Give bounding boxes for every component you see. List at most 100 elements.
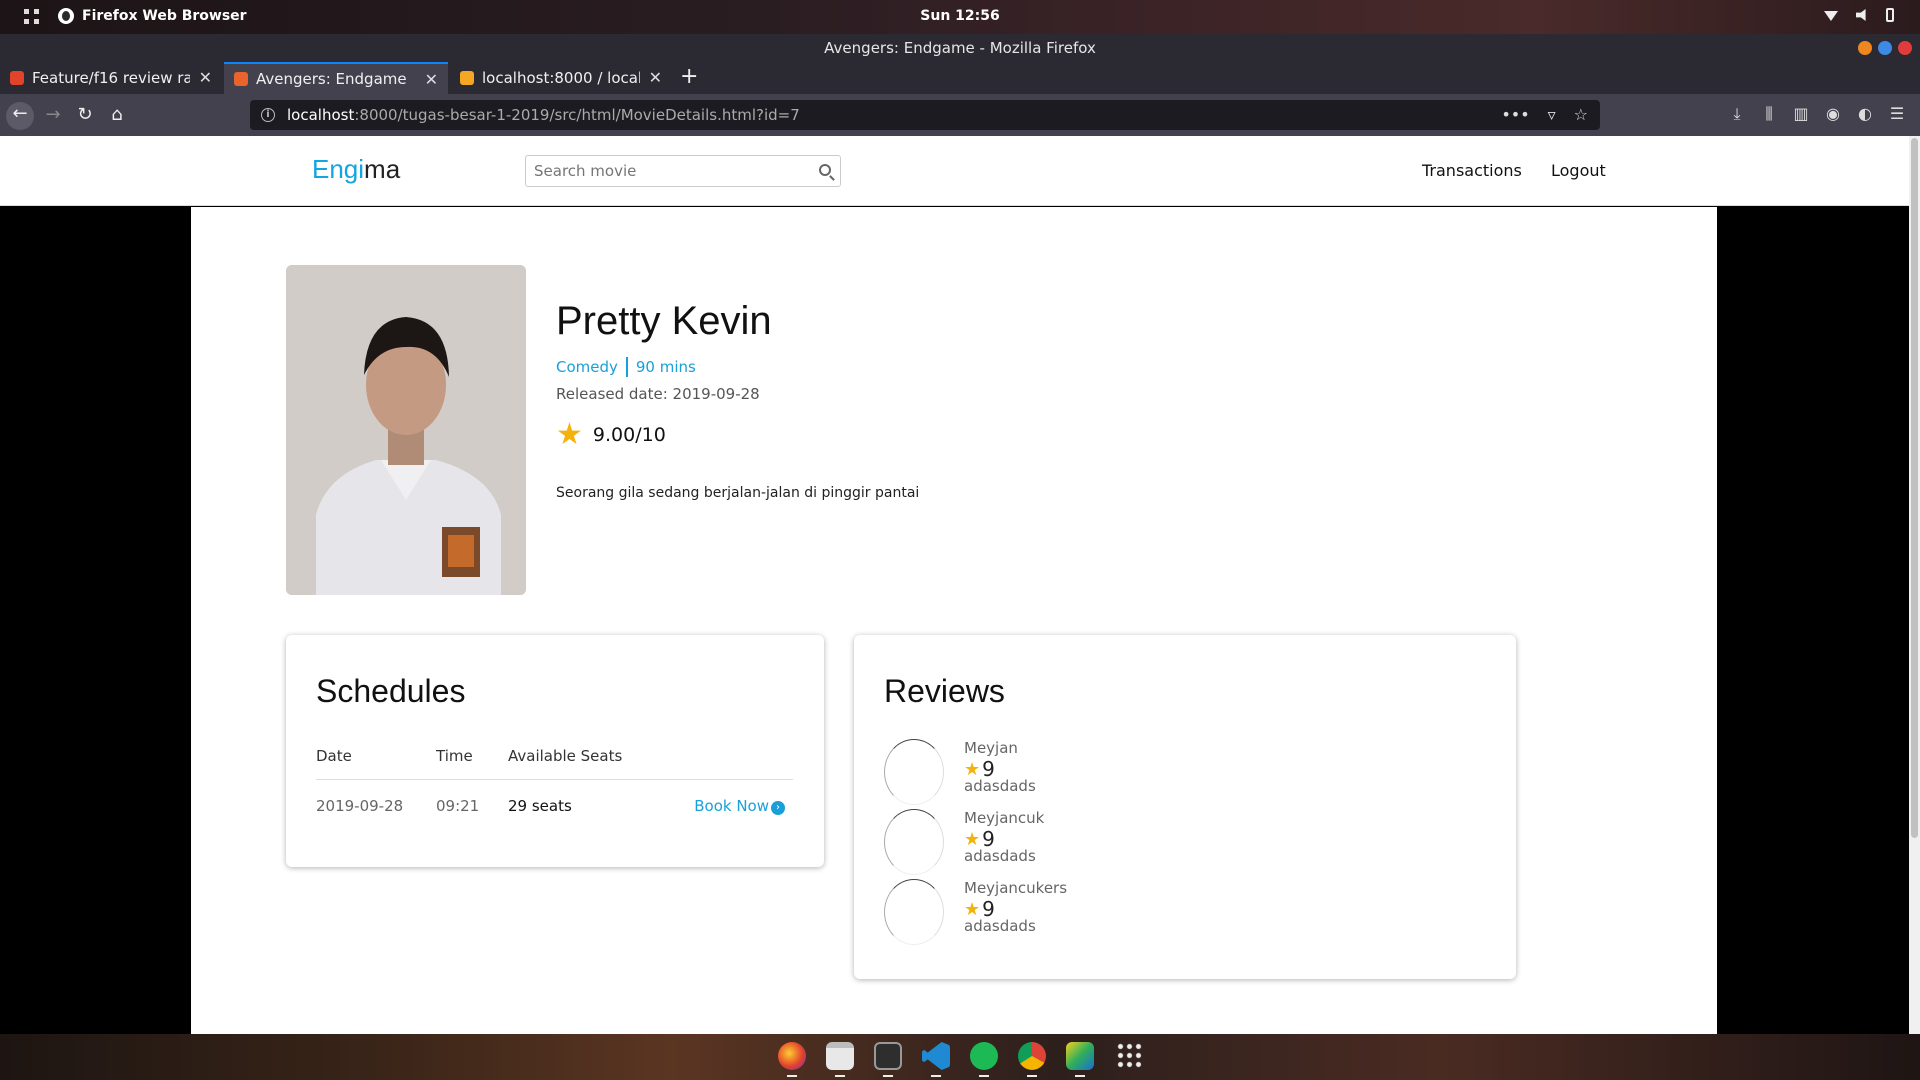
- back-button[interactable]: ←: [6, 102, 34, 130]
- reviewer-name: Meyjan: [964, 739, 1018, 757]
- files-icon[interactable]: [826, 1042, 854, 1070]
- movie-meta: Comedy 90 mins: [556, 357, 696, 377]
- review-text: adasdads: [964, 917, 1036, 935]
- book-now-label: Book Now: [694, 797, 769, 815]
- star-icon: ★: [556, 417, 583, 452]
- minimize-button[interactable]: [1858, 41, 1872, 55]
- firefox-icon[interactable]: [778, 1042, 806, 1070]
- reviews-heading: Reviews: [884, 673, 1005, 709]
- close-window-button[interactable]: [1898, 41, 1912, 55]
- running-indicator: [835, 1075, 845, 1077]
- navigation-toolbar: ← → ↻ ⌂ i localhost:8000/tugas-besar-1-2…: [0, 94, 1920, 136]
- transactions-link[interactable]: Transactions: [1422, 161, 1522, 180]
- gitlab-icon: [10, 71, 24, 85]
- logo-part-engi: Engi: [312, 154, 365, 184]
- vscode-icon[interactable]: [922, 1042, 950, 1070]
- reviewer-avatar: [884, 809, 944, 875]
- running-indicator: [979, 1075, 989, 1077]
- playonlinux-icon[interactable]: [1066, 1042, 1094, 1070]
- schedule-date: 2019-09-28: [316, 797, 404, 815]
- battery-icon: [1886, 8, 1894, 22]
- reviewer-avatar: [884, 739, 944, 805]
- url-host: localhost: [287, 106, 355, 124]
- schedule-seats: 29 seats: [508, 797, 572, 815]
- wifi-icon: [1824, 11, 1838, 21]
- search-input[interactable]: [534, 157, 804, 185]
- terminal-icon[interactable]: [874, 1042, 902, 1070]
- tab-label: Feature/f16 review rat: [32, 69, 190, 87]
- site-header: Engima Transactions Logout: [0, 136, 1909, 206]
- sidebar-icon[interactable]: ▥: [1792, 104, 1810, 124]
- site-info-icon[interactable]: i: [261, 108, 275, 122]
- review-item: Meyjancuk ★ 9 adasdads: [884, 809, 1184, 877]
- tab-phpmyadmin[interactable]: localhost:8000 / localh ✕: [450, 62, 672, 94]
- maximize-button[interactable]: [1878, 41, 1892, 55]
- tab-avengers[interactable]: Avengers: Endgame ✕: [224, 62, 448, 94]
- movie-duration: 90 mins: [635, 358, 696, 376]
- running-indicator: [1075, 1075, 1085, 1077]
- page-viewport: Engima Transactions Logout Pretty Kevin …: [0, 136, 1920, 1034]
- review-text: adasdads: [964, 777, 1036, 795]
- column-header-seats: Available Seats: [508, 747, 661, 780]
- dock: [0, 1034, 1920, 1080]
- reviews-card: Reviews Meyjan ★ 9 adasdads Meyjancuk ★ 9 …: [854, 635, 1516, 979]
- system-tray[interactable]: [1824, 8, 1894, 22]
- running-indicator: [787, 1075, 797, 1077]
- downloads-icon[interactable]: ⤓: [1728, 104, 1746, 124]
- column-header-date: Date: [316, 747, 436, 780]
- site-logo[interactable]: Engima: [312, 154, 400, 185]
- book-now-link[interactable]: Book Now ›: [661, 780, 793, 815]
- movie-genre: Comedy: [556, 358, 618, 376]
- pocket-icon[interactable]: ▿: [1548, 105, 1556, 124]
- volume-icon: [1856, 9, 1866, 21]
- review-text: adasdads: [964, 847, 1036, 865]
- chevron-right-icon: ›: [771, 801, 785, 815]
- reload-button[interactable]: ↻: [72, 103, 98, 129]
- running-indicator: [883, 1075, 893, 1077]
- spotify-icon[interactable]: [970, 1042, 998, 1070]
- review-item: Meyjan ★ 9 adasdads: [884, 739, 1184, 807]
- close-tab-icon[interactable]: ✕: [649, 68, 662, 87]
- system-top-bar: Firefox Web Browser Sun 12:56: [0, 0, 1920, 34]
- close-tab-icon[interactable]: ✕: [425, 70, 438, 89]
- window-titlebar: Avengers: Endgame - Mozilla Firefox: [0, 34, 1920, 62]
- search-icon[interactable]: [819, 164, 831, 176]
- running-indicator: [1027, 1075, 1037, 1077]
- schedules-card: Schedules Date Time Available Seats 2019…: [286, 635, 824, 867]
- reviewer-name: Meyjancuk: [964, 809, 1045, 827]
- app-grid-icon[interactable]: [1116, 1042, 1144, 1070]
- close-tab-icon[interactable]: ✕: [199, 68, 212, 87]
- extension-icon[interactable]: ◐: [1856, 104, 1874, 124]
- movie-details-content: Pretty Kevin Comedy 90 mins Released dat…: [191, 207, 1717, 1034]
- tab-gitlab[interactable]: Feature/f16 review rat ✕: [0, 62, 222, 94]
- clock[interactable]: Sun 12:56: [0, 8, 1920, 24]
- rating-value-wrap: 9.00/10: [593, 424, 666, 446]
- library-icon[interactable]: ⫼: [1760, 104, 1778, 124]
- window-title: Avengers: Endgame - Mozilla Firefox: [824, 39, 1096, 57]
- page-actions-icon[interactable]: •••: [1501, 105, 1529, 124]
- schedules-heading: Schedules: [316, 673, 466, 709]
- account-icon[interactable]: ◉: [1824, 104, 1842, 124]
- tab-label: Avengers: Endgame: [256, 70, 407, 88]
- scrollbar-thumb[interactable]: [1911, 138, 1918, 838]
- menu-icon[interactable]: ☰: [1888, 104, 1906, 124]
- tab-strip: Feature/f16 review rat ✕ Avengers: Endga…: [0, 62, 1920, 94]
- phpmyadmin-icon: [460, 71, 474, 85]
- logout-link[interactable]: Logout: [1551, 161, 1606, 180]
- page-scrollbar[interactable]: [1909, 136, 1920, 1034]
- tab-label: localhost:8000 / localh: [482, 69, 640, 87]
- home-button[interactable]: ⌂: [104, 103, 130, 129]
- url-path: :8000/tugas-besar-1-2019/src/html/MovieD…: [354, 106, 800, 124]
- reviewer-name: Meyjancukers: [964, 879, 1068, 897]
- rating-value: 9.00: [592, 424, 636, 446]
- bookmark-star-icon[interactable]: ☆: [1574, 105, 1588, 124]
- chrome-icon[interactable]: [1018, 1042, 1046, 1070]
- rating-suffix: /10: [635, 424, 666, 446]
- column-header-time: Time: [436, 747, 508, 780]
- review-item: Meyjancukers ★ 9 adasdads: [884, 879, 1184, 947]
- forward-button[interactable]: →: [40, 103, 66, 129]
- movie-rating: ★ 9.00/10: [556, 420, 666, 450]
- url-bar[interactable]: i localhost:8000/tugas-besar-1-2019/src/…: [250, 100, 1600, 130]
- new-tab-button[interactable]: +: [680, 64, 698, 89]
- logo-part-ma: ma: [364, 154, 401, 184]
